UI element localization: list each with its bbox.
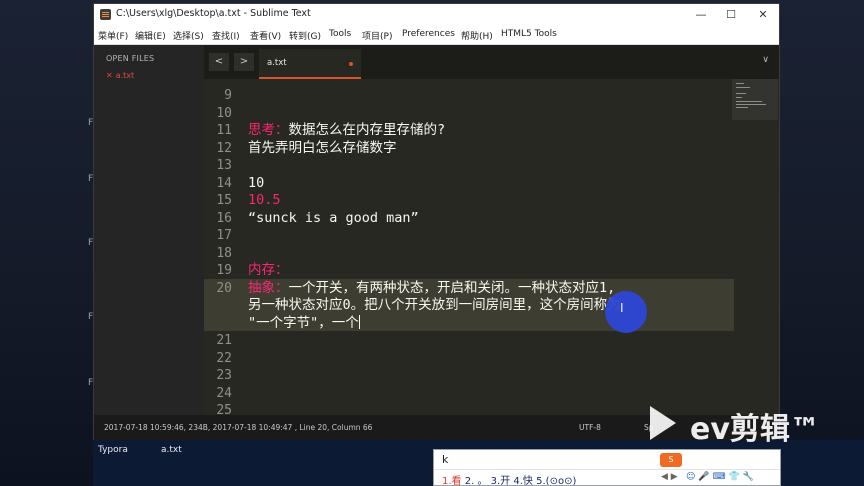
menu-project[interactable]: 项目(P) <box>362 29 392 42</box>
tab-label: a.txt <box>267 58 287 68</box>
code-token: 数据怎么在内存里存储的? <box>288 122 446 138</box>
code-line[interactable]: 内存： <box>248 262 289 279</box>
sidebar: OPEN FILES ✕ a.txt <box>94 45 204 415</box>
menu-help[interactable]: 帮助(H) <box>461 29 493 42</box>
title-bar: C:\Users\xlg\Desktop\a.txt - Sublime Tex… <box>94 4 779 26</box>
watermark-text: ev剪辑™ <box>690 412 820 447</box>
line-number: 21 <box>216 333 232 348</box>
code-line[interactable]: 思考：数据怎么在内存里存储的? <box>248 122 445 139</box>
menu-goto[interactable]: 转到(G) <box>289 29 321 42</box>
code-line[interactable]: “sunck is a good man” <box>248 210 419 227</box>
sublime-window: C:\Users\xlg\Desktop\a.txt - Sublime Tex… <box>93 3 780 440</box>
code-token: 内存： <box>248 262 289 278</box>
taskbar-file[interactable]: a.txt <box>161 445 182 455</box>
open-files-header: OPEN FILES <box>106 54 155 63</box>
code-token: 抽象： <box>248 279 289 296</box>
line-number: 11 <box>216 123 232 138</box>
editor: < > a.txt ∨ 9 10 11 思考：数据怎么在内存里存储的? 12 首先弄明白怎… <box>204 45 779 418</box>
line-number: 19 <box>216 263 232 278</box>
ime-candidate[interactable]: 1.看 <box>442 476 462 486</box>
menu-edit[interactable]: 编辑(E) <box>135 29 166 42</box>
menu-preferences[interactable]: Preferences <box>402 29 455 39</box>
menu-bar: 菜单(F) 编辑(E) 选择(S) 查找(I) 查看(V) 转到(G) Tool… <box>94 26 779 45</box>
menu-tools[interactable]: Tools <box>329 29 351 39</box>
ime-candidate[interactable]: 3.开 <box>491 476 511 486</box>
code-token: 10 <box>248 174 265 191</box>
tab-a-txt[interactable]: a.txt <box>259 49 361 79</box>
maximize-button[interactable]: ☐ <box>717 6 745 24</box>
line-number: 23 <box>216 368 232 383</box>
minimize-button[interactable]: — <box>687 6 715 24</box>
tab-next-button[interactable]: > <box>234 53 254 71</box>
line-number: 22 <box>216 350 232 366</box>
line-number: 14 <box>216 175 232 191</box>
menu-file[interactable]: 菜单(F) <box>98 29 128 42</box>
line-number: 12 <box>216 140 232 156</box>
code-token: 首先弄明白怎么存储数字 <box>248 139 397 156</box>
watermark: ev剪辑™ <box>650 404 850 447</box>
sogou-logo-icon: S <box>660 453 682 467</box>
code-token: “sunck is a good man” <box>248 209 419 226</box>
code-token: "一个字节"，一个 <box>248 314 359 331</box>
code-token: 另一种状态对应0。把八个开关放到一间房间里，这个房间称为 <box>248 297 621 313</box>
line-number: 16 <box>216 210 232 226</box>
ime-candidate[interactable]: 2. 。 <box>465 476 488 486</box>
ime-candidate[interactable]: 5.(⊙o⊙) <box>536 476 576 486</box>
code-token: 思考： <box>248 122 289 138</box>
menu-find[interactable]: 查找(I) <box>212 29 240 42</box>
text-caret <box>358 314 360 329</box>
menu-html5-tools[interactable]: HTML5 Tools <box>501 29 557 39</box>
line-number: 9 <box>224 88 232 103</box>
ime-candidate-window: k S 1.看 2. 。 3.开 4.快 5.(⊙o⊙) ◀ ▶ ☺🎤⌨👕🔧 <box>433 449 781 486</box>
code-line[interactable]: 抽象：一个开关，有两种状态，开启和关闭。一种状态对应1, <box>248 280 615 297</box>
code-token: 10.5 <box>248 192 281 208</box>
taskbar-typora[interactable]: Typora <box>98 445 128 455</box>
code-token: 一个开关，有两种状态，开启和关闭。一种状态对应1, <box>288 279 616 296</box>
tab-dropdown-icon[interactable]: ∨ <box>762 55 769 65</box>
line-number: 15 <box>216 193 232 208</box>
code-line[interactable]: 10 <box>248 175 264 192</box>
code-line[interactable]: 10.5 <box>248 192 281 209</box>
code-line[interactable]: 首先弄明白怎么存储数字 <box>248 140 397 157</box>
desktop-background <box>0 0 93 486</box>
text-cursor-icon: I <box>620 301 624 315</box>
sidebar-file-item[interactable]: ✕ a.txt <box>106 71 134 80</box>
close-button[interactable]: ✕ <box>749 6 777 24</box>
play-logo-icon <box>650 406 676 440</box>
ime-page-arrows-icon[interactable]: ◀ ▶ <box>661 472 678 482</box>
unsaved-dot-icon[interactable] <box>349 62 353 66</box>
ime-composition: k <box>442 453 449 466</box>
line-number: 13 <box>216 158 232 173</box>
line-number: 24 <box>216 385 232 401</box>
menu-selection[interactable]: 选择(S) <box>173 29 204 42</box>
ime-candidate[interactable]: 4.快 <box>513 476 533 486</box>
tab-prev-button[interactable]: < <box>209 53 229 71</box>
window-title: C:\Users\xlg\Desktop\a.txt - Sublime Tex… <box>116 8 311 19</box>
tab-strip: < > a.txt ∨ <box>204 45 779 79</box>
cursor-highlight <box>605 291 647 333</box>
code-line[interactable]: "一个字节"，一个 <box>248 314 360 332</box>
line-number: 17 <box>216 228 232 243</box>
menu-view[interactable]: 查看(V) <box>250 29 281 42</box>
close-file-icon[interactable]: ✕ <box>106 71 113 80</box>
sublime-icon <box>100 9 111 20</box>
line-number: 10 <box>216 105 232 121</box>
ime-toolbar-icons[interactable]: ☺🎤⌨👕🔧 <box>686 472 757 482</box>
encoding-indicator[interactable]: UTF-8 <box>579 423 601 432</box>
screen: { "window": { "title": "C:\\Users\\xlg\\… <box>0 0 864 486</box>
minimap[interactable] <box>732 79 776 119</box>
sidebar-file-label: a.txt <box>115 71 135 80</box>
status-info: 2017-07-18 10:59:46, 234B, 2017-07-18 10… <box>104 423 373 432</box>
line-number: 18 <box>216 245 232 261</box>
code-line[interactable]: 另一种状态对应0。把八个开关放到一间房间里，这个房间称为 <box>248 297 621 314</box>
line-number: 20 <box>216 280 232 296</box>
ime-candidates: 1.看 2. 。 3.开 4.快 5.(⊙o⊙) <box>442 472 576 486</box>
ime-divider <box>434 469 780 470</box>
